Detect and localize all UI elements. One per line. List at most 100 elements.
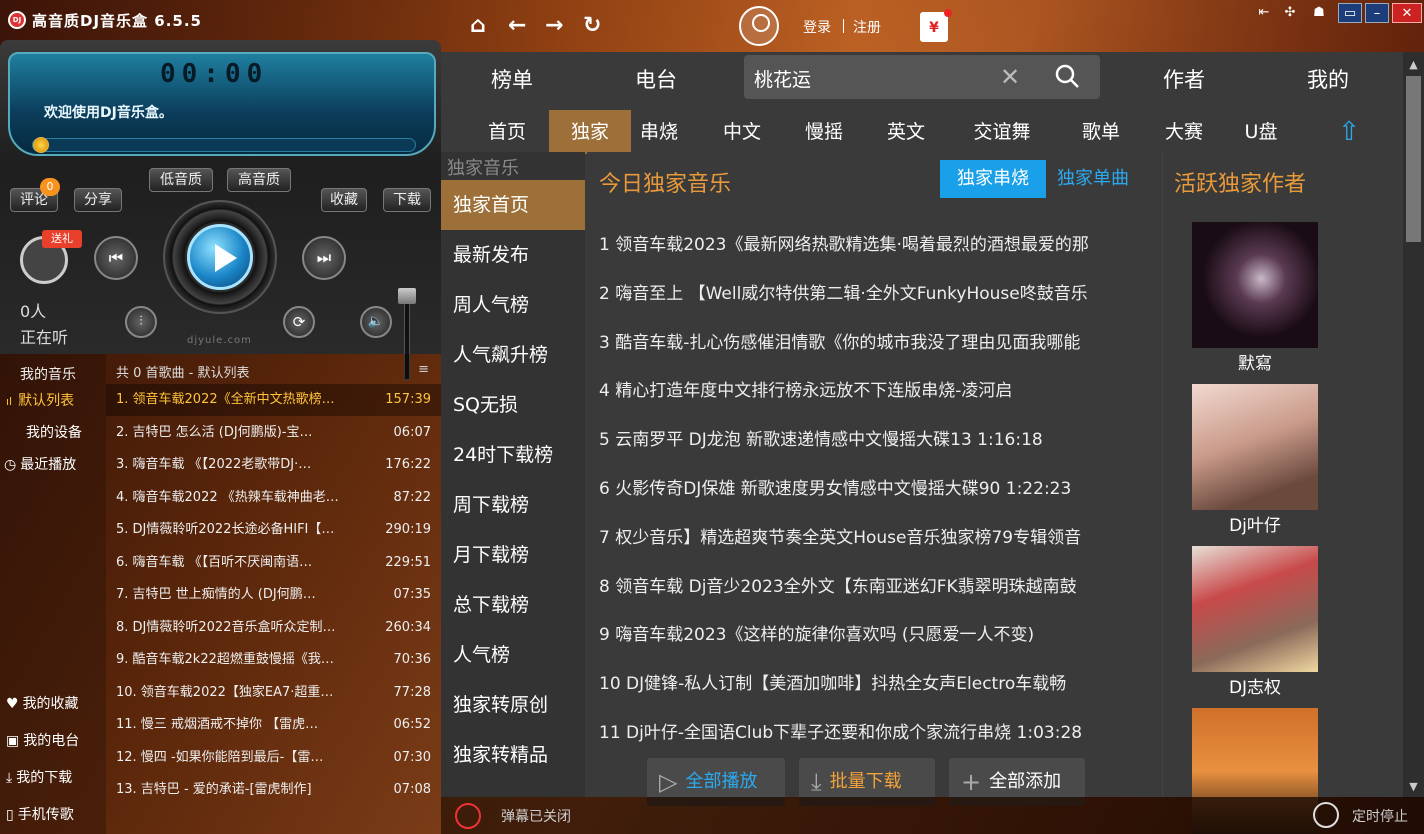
scrollbar[interactable]: ▲ ▼ [1403, 52, 1424, 797]
tab-mine[interactable]: 我的 [1307, 64, 1349, 94]
scroll-down-arrow-icon[interactable]: ▼ [1403, 780, 1424, 793]
playlist-row[interactable]: 6. 嗨音车载 《【百听不厌闽南语… 229:51 [106, 547, 441, 579]
scroll-up-arrow-icon[interactable]: ▲ [1403, 58, 1424, 71]
track-item[interactable]: 10 DJ健锋-私人订制【美酒加咖啡】抖热全女声Electro车载畅 [599, 669, 1147, 694]
clear-icon[interactable]: ✕ [1000, 63, 1020, 91]
artist-photo[interactable] [1192, 546, 1318, 672]
track-item[interactable]: 5 云南罗平 DJ龙泡 新歌速递情感中文慢摇大碟13 1:16:18 [599, 425, 1147, 450]
artist-name[interactable]: 默寫 [1192, 349, 1318, 374]
category-item[interactable]: 周人气榜 [441, 280, 585, 330]
nav-downloads[interactable]: ⤓ 我的下载 [0, 767, 106, 787]
track-item[interactable]: 6 火影传奇DJ保雄 新歌速度男女情感中文慢摇大碟90 1:22:23 [599, 474, 1147, 499]
mini-mode-icon[interactable]: ⇤ [1254, 3, 1274, 23]
artist-photo[interactable] [1192, 384, 1318, 510]
category-item[interactable]: 独家首页 [441, 180, 585, 230]
previous-icon[interactable]: ⏮ [94, 236, 138, 280]
equalizer-icon[interactable]: ⫶ [125, 306, 157, 338]
single-toggle[interactable]: 独家单曲 [1057, 160, 1129, 198]
timer-stop[interactable]: 定时停止 [1352, 806, 1408, 826]
track-item[interactable]: 2 嗨音至上 【Well威尔特供第二辑·全外文FunkyHouse咚鼓音乐 [599, 279, 1147, 304]
sub-tab[interactable]: 交谊舞 [960, 110, 1044, 154]
skin-icon[interactable]: ✣ [1280, 3, 1300, 23]
playlist-row[interactable]: 13. 吉特巴 - 爱的承诺-[雷虎制作] 07:08 [106, 774, 441, 806]
category-item[interactable]: 月下载榜 [441, 530, 585, 580]
favorite-button[interactable]: 收藏 [321, 188, 367, 212]
nav-recent[interactable]: ◷ 最近播放 [0, 454, 106, 474]
sub-tab[interactable]: 英文 [878, 110, 934, 154]
track-item[interactable]: 3 酷音车载-扎心伤感催泪情歌《你的城市我没了理由见面我哪能 [599, 328, 1147, 353]
playlist-row[interactable]: 12. 慢四 -如果你能陪到最后-【雷… 07:30 [106, 742, 441, 774]
send-gift-badge[interactable]: 送礼 [42, 230, 82, 248]
sub-tab[interactable]: 串烧 [631, 110, 687, 154]
volume-icon[interactable]: 🔈 [360, 306, 392, 338]
scroll-thumb[interactable] [1406, 76, 1421, 242]
home-icon[interactable]: ⌂ [470, 14, 486, 38]
playlist-row[interactable]: 11. 慢三 戒烟酒戒不掉你 【雷虎… 06:52 [106, 709, 441, 741]
playlist-row[interactable]: 2. 吉特巴 怎么活 (DJ何鹏版)-宝… 06:07 [106, 417, 441, 449]
danmu-off-icon[interactable] [455, 803, 481, 829]
tab-radio[interactable]: 电台 [635, 64, 677, 94]
download-button[interactable]: 下载 [383, 188, 431, 212]
tab-charts[interactable]: 榜单 [491, 64, 533, 94]
playlist-row[interactable]: 7. 吉特巴 世上痴情的人 (DJ何鹏… 07:35 [106, 579, 441, 611]
sub-tab[interactable]: 大赛 [1154, 110, 1214, 154]
artist-name[interactable]: DJ志权 [1192, 673, 1318, 698]
user-avatar-icon[interactable] [739, 6, 779, 46]
low-quality-button[interactable]: 低音质 [149, 168, 213, 192]
settings-icon[interactable]: ☗ [1309, 3, 1329, 23]
artist-name[interactable]: Dj叶仔 [1192, 511, 1318, 536]
track-item[interactable]: 7 权少音乐】精选超爽节奏全英文House音乐独家榜79专辑领音 [599, 523, 1147, 548]
close-icon[interactable]: ✕ [1392, 3, 1422, 23]
track-item[interactable]: 4 精心打造年度中文排行榜永远放不下连版串烧-凌河启 [599, 376, 1147, 401]
playlist-row[interactable]: 8. DJ情薇聆听2022音乐盒听众定制… 260:34 [106, 612, 441, 644]
playlist-menu-icon[interactable]: ≡ [418, 362, 429, 377]
category-item[interactable]: 独家转精品 [441, 730, 585, 780]
loop-icon[interactable]: ⟳ [283, 306, 315, 338]
category-item[interactable]: 24时下载榜 [441, 430, 585, 480]
category-item[interactable]: 人气榜 [441, 630, 585, 680]
progress-track[interactable] [32, 137, 416, 153]
forward-icon[interactable]: → [545, 14, 563, 38]
track-item[interactable]: 8 领音车载 Dj音少2023全外文【东南亚迷幻FK翡翠明珠越南鼓 [599, 572, 1147, 597]
search-input[interactable]: 桃花运 [754, 65, 811, 92]
search-icon[interactable] [1054, 63, 1080, 89]
track-item[interactable]: 9 嗨音车载2023《这样的旋律你喜欢吗 (只愿爱一人不变) [599, 620, 1147, 645]
share-button[interactable]: 分享 [74, 188, 122, 212]
nav-phone-transfer[interactable]: ▯ 手机传歌 [0, 804, 106, 824]
nav-my-device[interactable]: 我的设备 [0, 422, 106, 442]
category-item[interactable]: SQ无损 [441, 380, 585, 430]
next-icon[interactable]: ⏭ [302, 236, 346, 280]
timer-icon[interactable] [1313, 802, 1339, 828]
refresh-icon[interactable]: ↻ [583, 14, 601, 38]
restore-icon[interactable]: ▭ [1338, 3, 1362, 23]
minimize-icon[interactable]: – [1365, 3, 1389, 23]
playlist-row[interactable]: 10. 领音车载2022【独家EA7·超重… 77:28 [106, 677, 441, 709]
high-quality-button[interactable]: 高音质 [227, 168, 291, 192]
category-item[interactable]: 人气飙升榜 [441, 330, 585, 380]
artist-photo[interactable] [1192, 222, 1318, 348]
search-box[interactable]: 桃花运 ✕ [744, 55, 1100, 99]
nav-favorites[interactable]: ♥ 我的收藏 [0, 693, 106, 713]
playlist-row[interactable]: 4. 嗨音车载2022 《热辣车载神曲老… 87:22 [106, 482, 441, 514]
tab-artist[interactable]: 作者 [1163, 64, 1205, 94]
scroll-up-icon[interactable]: ⇧ [1334, 110, 1364, 154]
progress-knob[interactable] [33, 137, 49, 153]
red-envelope-icon[interactable]: ¥ [920, 9, 952, 42]
category-item[interactable]: 独家转原创 [441, 680, 585, 730]
sub-tab[interactable]: 首页 [487, 110, 527, 154]
playlist-row[interactable]: 5. DJ情薇聆听2022长途必备HIFI【… 290:19 [106, 514, 441, 546]
track-item[interactable]: 1 领音车载2023《最新网络热歌精选集·喝着最烈的酒想最爱的那 [599, 230, 1147, 255]
nav-default-list[interactable]: ıl 默认列表 [0, 390, 106, 410]
track-item[interactable]: 11 Dj叶仔-全国语Club下辈子还要和你成个家流行串烧 1:03:28 [599, 718, 1147, 743]
category-item[interactable]: 总下载榜 [441, 580, 585, 630]
play-icon[interactable] [187, 224, 253, 290]
volume-knob[interactable] [398, 288, 416, 304]
login-link[interactable]: 登录 [803, 17, 831, 37]
sub-tab[interactable]: 歌单 [1071, 110, 1131, 154]
sub-tab[interactable]: 中文 [714, 110, 770, 154]
register-link[interactable]: 注册 [853, 17, 881, 37]
playlist-row[interactable]: 1. 领音车载2022《全新中文热歌榜… 157:39 [106, 384, 441, 416]
sub-tab[interactable]: 独家 [549, 110, 631, 154]
playlist-row[interactable]: 3. 嗨音车载 《【2022老歌带DJ·… 176:22 [106, 449, 441, 481]
danmu-status[interactable]: 弹幕已关闭 [501, 806, 571, 826]
